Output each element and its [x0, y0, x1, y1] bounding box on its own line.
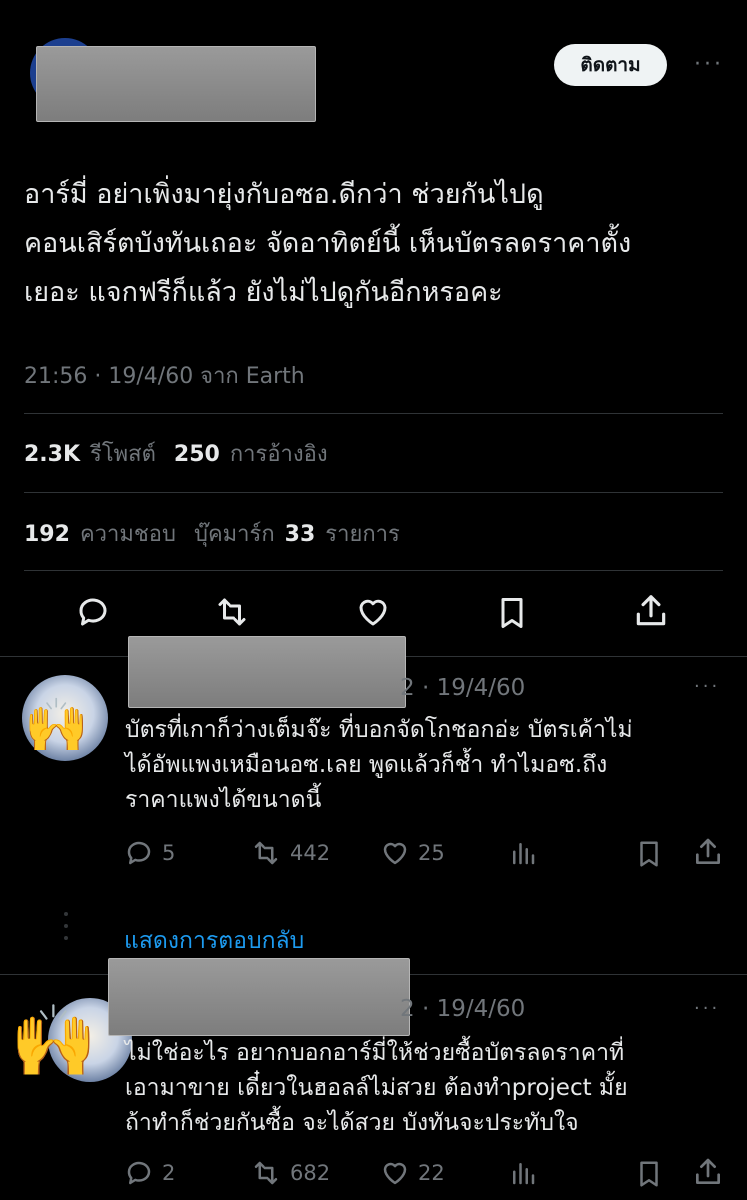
- reply-icon[interactable]: [74, 594, 112, 634]
- author-name-redacted: [36, 46, 316, 122]
- reply-author-redacted: [108, 958, 410, 1036]
- reply-text: ไม่ใช่อะไร อยากบอกอาร์มี่ให้ช่วยซื้อบัตร…: [125, 1036, 735, 1141]
- reply-line: เอามาขาย เดี๋ยวในฮอลล์ไม่สวย ต้องทำproje…: [125, 1075, 628, 1101]
- reply-text: บัตรที่เกาก็ว่างเต็มจ๊ะ ที่บอกจัดโกชอกอ่…: [125, 713, 735, 818]
- like-icon[interactable]: [354, 594, 392, 634]
- views-icon[interactable]: [508, 838, 538, 872]
- reply-more-icon[interactable]: ···: [694, 676, 720, 697]
- reply-count: 2: [162, 1161, 176, 1185]
- quotes-count[interactable]: 250: [174, 442, 220, 467]
- thread-connector: [64, 936, 68, 940]
- retweet-count: 682: [290, 1161, 331, 1185]
- bookmarks-label[interactable]: บุ๊คมาร์ก: [194, 516, 275, 551]
- reply-line: ถ้าทำก็ช่วยกันซื้อ จะได้สวย บังทันจะประท…: [125, 1110, 579, 1136]
- retweet-button[interactable]: 442: [250, 838, 330, 868]
- reply-date[interactable]: 2 · 19/4/60: [400, 996, 525, 1022]
- retweets-count[interactable]: 2.3K: [24, 442, 80, 467]
- tweet-line: เยอะ แจกฟรีก็แล้ว ยังไม่ไปดูกันอีกหรอคะ: [24, 277, 503, 308]
- bookmark-icon[interactable]: [634, 838, 664, 874]
- retweet-icon: [254, 841, 278, 865]
- divider: [24, 492, 723, 493]
- reply-button[interactable]: 5: [124, 838, 175, 868]
- like-icon: [383, 1162, 407, 1185]
- reply-author-redacted: [128, 636, 406, 708]
- like-icon: [383, 842, 407, 865]
- reply-icon: [127, 1161, 151, 1185]
- reply-count: 5: [162, 841, 176, 865]
- thread-connector: [64, 912, 68, 916]
- tweet-timestamp[interactable]: 21:56 · 19/4/60 จาก Earth: [24, 358, 305, 393]
- like-bookmark-stats: 192 ความชอบ บุ๊คมาร์ก 33 รายการ: [24, 516, 400, 551]
- follow-button[interactable]: ติดตาม: [554, 44, 667, 86]
- thread-connector: [64, 924, 68, 928]
- reply-line: ไม่ใช่อะไร อยากบอกอาร์มี่ให้ช่วยซื้อบัตร…: [125, 1040, 625, 1066]
- tweet-line: คอนเสิร์ตบังทันเถอะ จัดอาทิตย์นี้ เห็นบั…: [24, 228, 632, 259]
- retweets-label[interactable]: รีโพสต์: [90, 436, 156, 471]
- retweet-icon[interactable]: [212, 594, 252, 634]
- tweet-line: อาร์มี่ อย่าเพิ่งมายุ่งกับอซอ.ดีกว่า ช่ว…: [24, 179, 544, 210]
- like-count: 22: [418, 1161, 445, 1185]
- share-icon[interactable]: [632, 592, 670, 634]
- reply-date[interactable]: 2 · 19/4/60: [400, 675, 525, 701]
- retweet-quote-stats: 2.3K รีโพสต์ 250 การอ้างอิง: [24, 436, 328, 471]
- reply-icon: [127, 841, 151, 865]
- like-button[interactable]: 22: [380, 1158, 445, 1188]
- bookmarks-suffix: รายการ: [325, 522, 400, 547]
- bookmarks-count[interactable]: 33: [285, 522, 316, 547]
- like-button[interactable]: 25: [380, 838, 445, 868]
- like-count: 25: [418, 841, 445, 865]
- retweet-count: 442: [290, 841, 331, 865]
- retweet-button[interactable]: 682: [250, 1158, 330, 1188]
- divider: [24, 413, 723, 414]
- likes-label[interactable]: ความชอบ: [80, 516, 176, 551]
- retweet-icon: [254, 1161, 278, 1185]
- reply-more-icon[interactable]: ···: [694, 998, 720, 1019]
- bookmark-icon[interactable]: [634, 1158, 664, 1194]
- likes-count[interactable]: 192: [24, 522, 70, 547]
- raised-hands-icon: 🙌: [10, 1000, 98, 1082]
- raised-hands-icon: 🙌: [24, 696, 89, 756]
- reply-line: บัตรที่เกาก็ว่างเต็มจ๊ะ ที่บอกจัดโกชอกอ่…: [125, 717, 633, 743]
- divider: [24, 570, 723, 571]
- quotes-label[interactable]: การอ้างอิง: [230, 436, 328, 471]
- tweet-text: อาร์มี่ อย่าเพิ่งมายุ่งกับอซอ.ดีกว่า ช่ว…: [24, 170, 734, 317]
- reply-line: ราคาแพงได้ขนาดนี้: [125, 787, 322, 813]
- share-icon[interactable]: [692, 1156, 724, 1192]
- share-icon[interactable]: [692, 836, 724, 872]
- views-icon[interactable]: [508, 1158, 538, 1192]
- show-replies-link[interactable]: แสดงการตอบกลับ: [124, 923, 304, 959]
- reply-line: ได้อัพแพงเหมือนอซ.เลย พูดแล้วก็ช้ำ ทำไมอ…: [125, 752, 608, 778]
- reply-button[interactable]: 2: [124, 1158, 175, 1188]
- more-options-icon[interactable]: ···: [694, 52, 724, 77]
- bookmark-icon[interactable]: [494, 594, 530, 636]
